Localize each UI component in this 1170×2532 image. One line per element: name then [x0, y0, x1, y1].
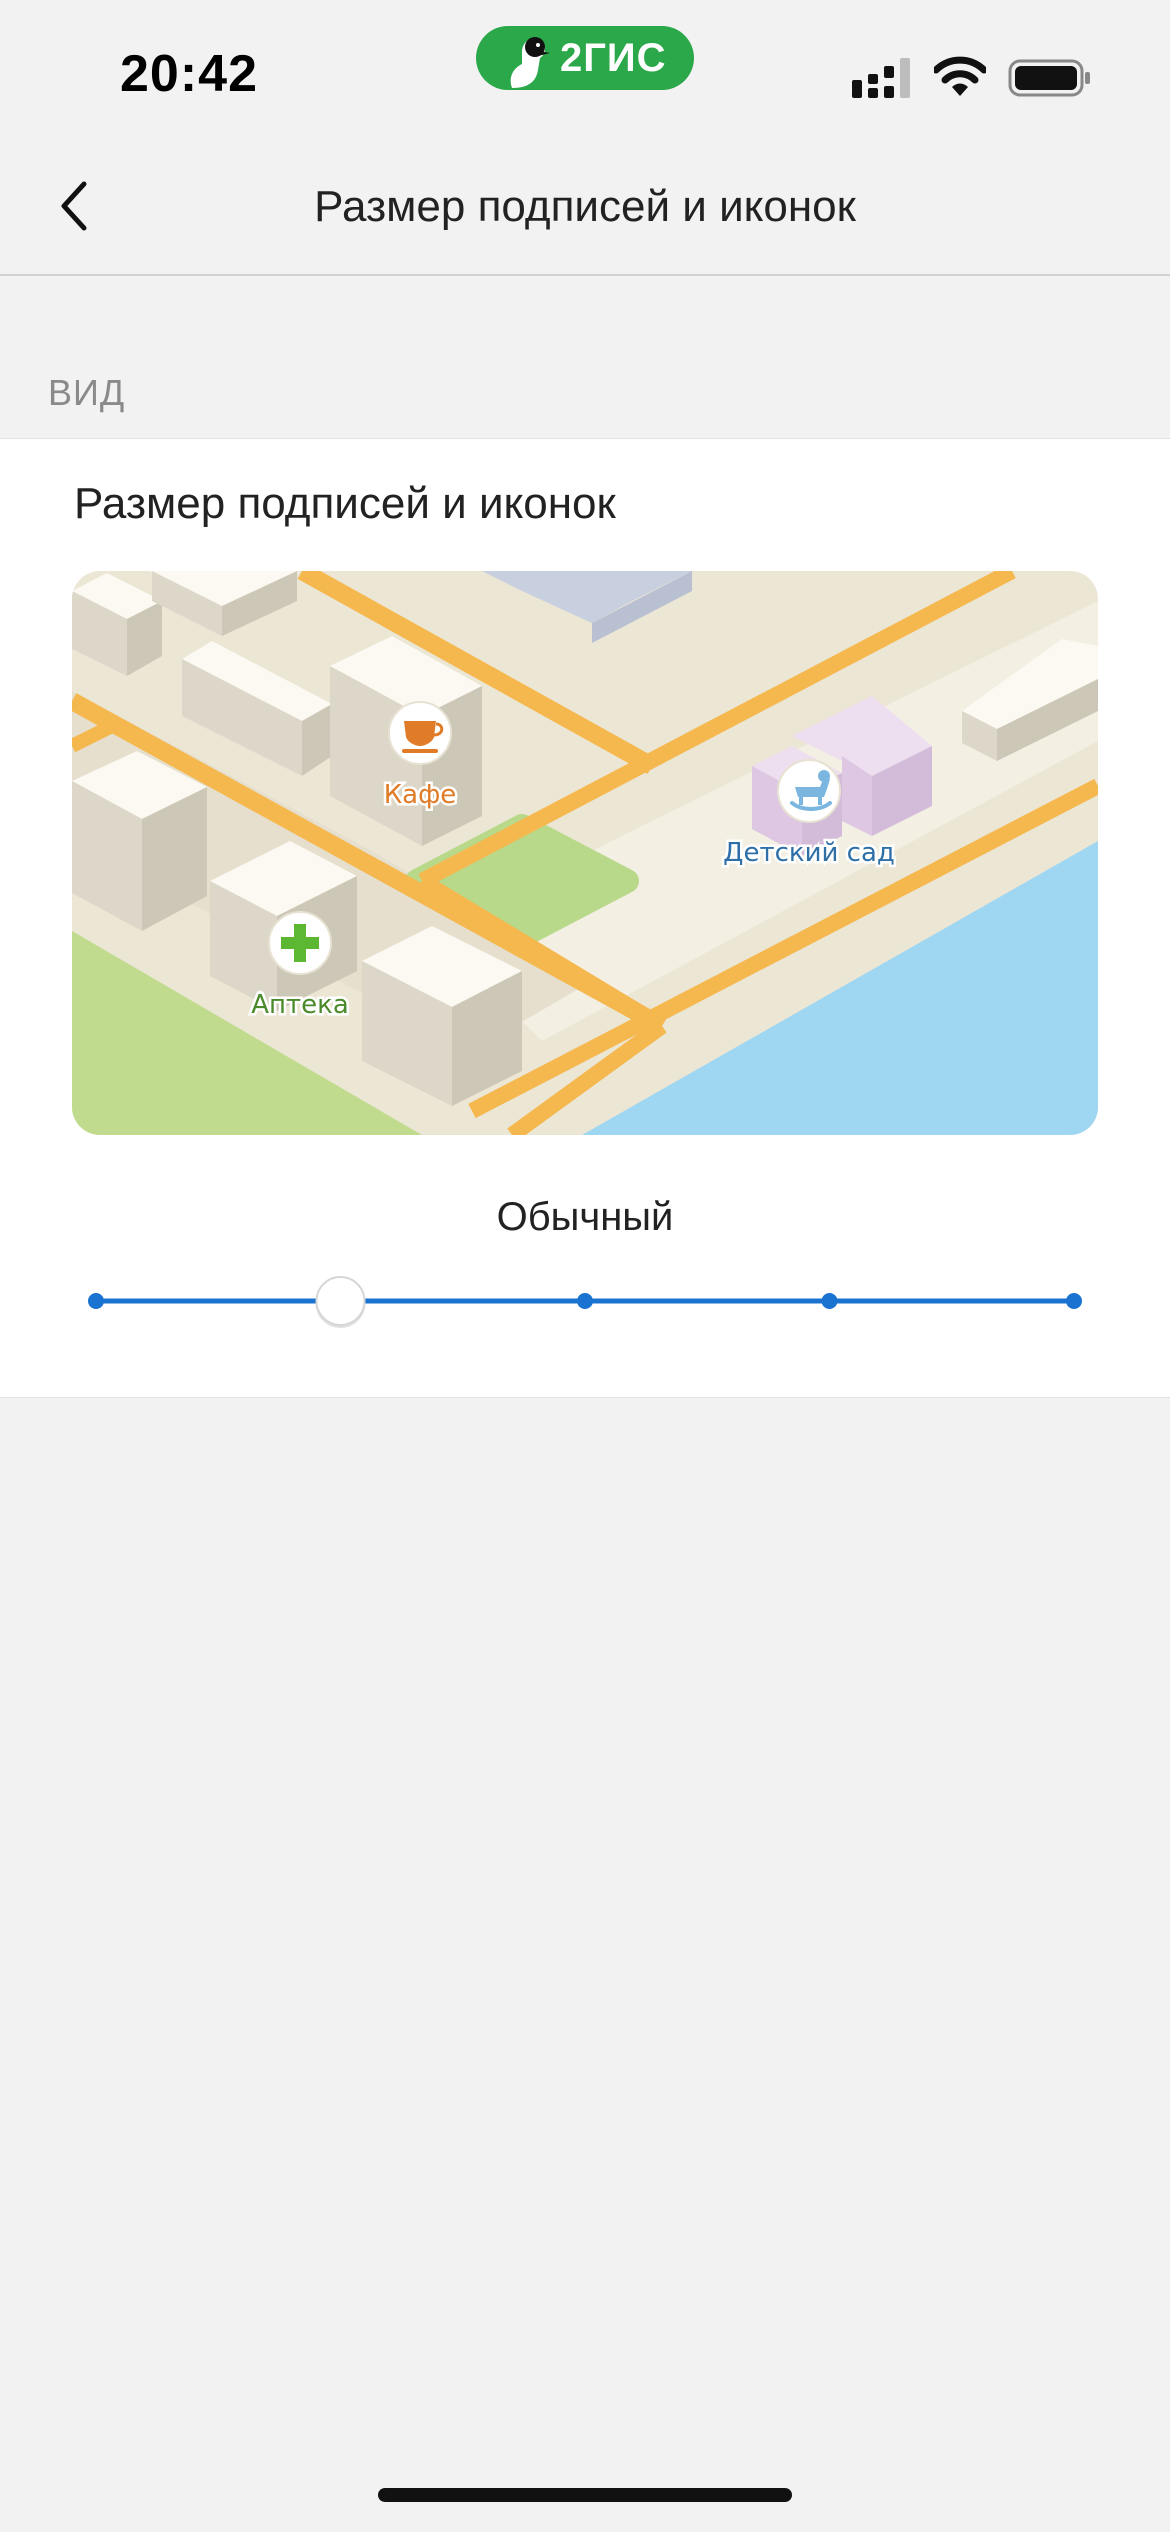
slider-step-2[interactable]	[577, 1293, 593, 1309]
page-title: Размер подписей и иконок	[314, 182, 856, 231]
slider-step-4[interactable]	[1066, 1293, 1082, 1309]
map-label-cafe: Кафе	[384, 780, 457, 810]
battery-icon	[1008, 59, 1090, 97]
map-label-kindergarten: Детский сад	[723, 838, 895, 868]
size-slider[interactable]	[72, 1261, 1098, 1341]
card-title: Размер подписей и иконок	[74, 479, 616, 528]
cafe-cup-icon	[388, 701, 452, 765]
map-illustration: Кафе Детский сад Аптека	[72, 571, 1098, 1135]
size-value-label: Обычный	[496, 1195, 674, 1239]
status-bar: 20:42 2ГИС	[0, 0, 1170, 140]
slider-thumb[interactable]	[315, 1276, 366, 1326]
settings-card: Размер подписей и иконок Кафе Детский са…	[0, 438, 1170, 1398]
pharmacy-cross-icon	[268, 911, 332, 975]
brand-badge[interactable]: 2ГИС	[476, 26, 694, 90]
map-label-pharmacy: Аптека	[251, 990, 349, 1020]
section-header: ВИД	[48, 372, 126, 413]
slider-step-3[interactable]	[821, 1293, 838, 1309]
signal-icon	[852, 58, 910, 98]
rocking-horse-icon	[777, 759, 841, 823]
wifi-icon	[934, 56, 986, 96]
navigation-bar: Размер подписей и иконок	[0, 140, 1170, 276]
home-indicator	[378, 2488, 792, 2502]
duck-logo-icon	[510, 37, 550, 88]
brand-name: 2ГИС	[560, 36, 667, 80]
slider-step-0[interactable]	[88, 1293, 104, 1309]
status-time: 20:42	[120, 45, 258, 103]
map-preview: Кафе Детский сад Аптека	[72, 571, 1098, 1135]
